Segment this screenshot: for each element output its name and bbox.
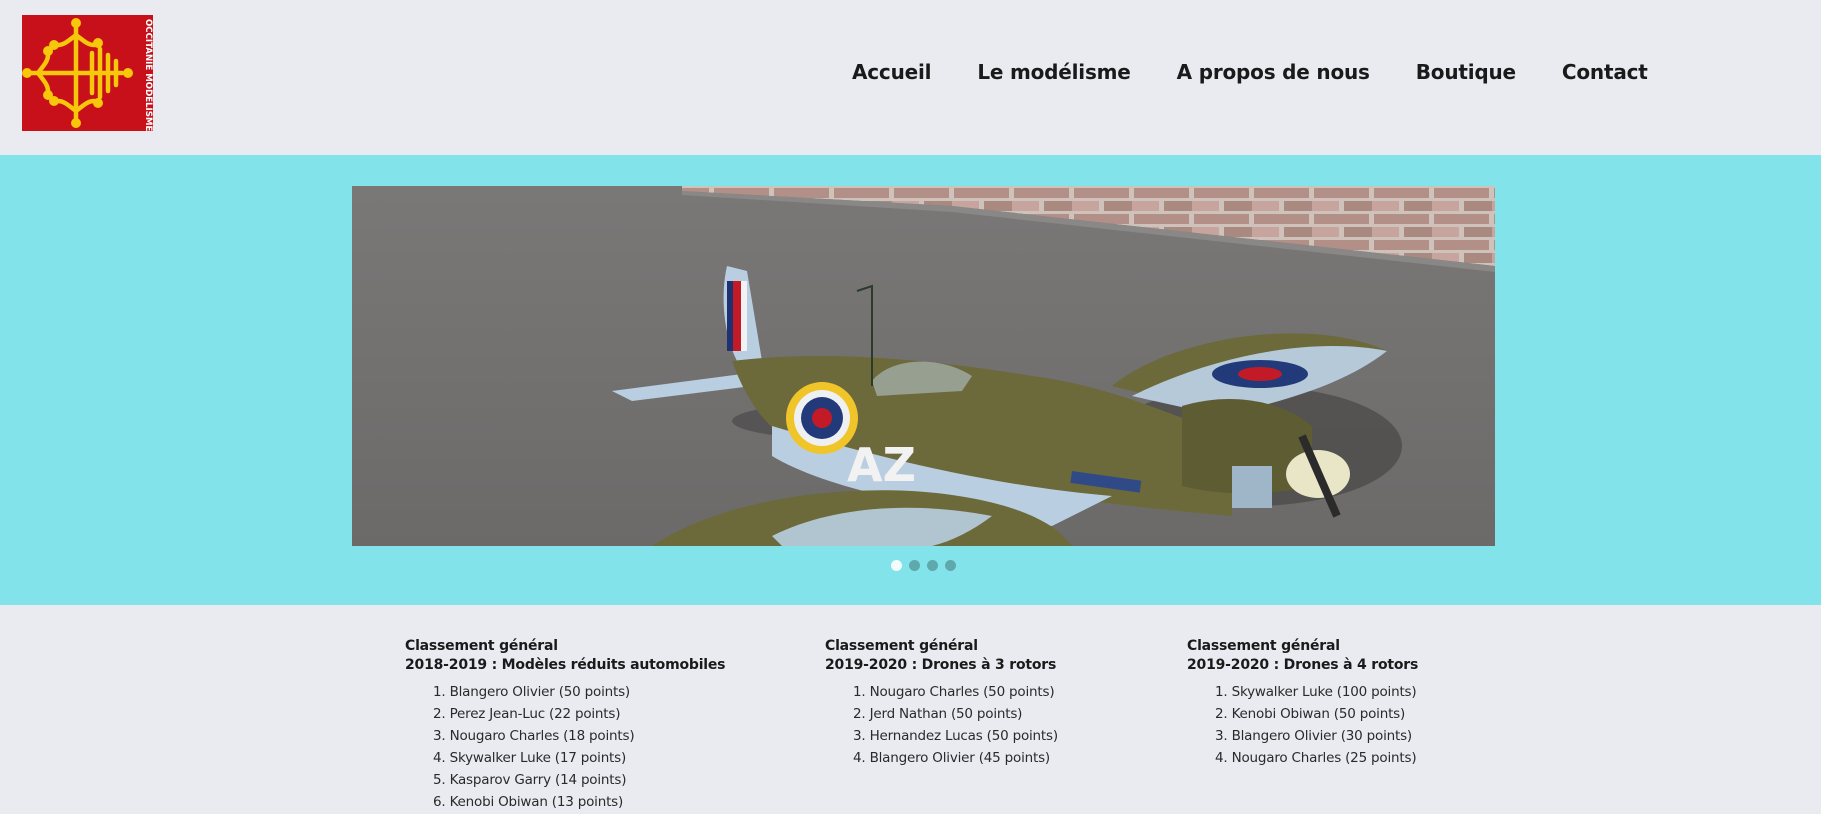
ranking-entry: 2. Jerd Nathan (50 points) (853, 706, 1023, 722)
ranking-entry: 4. Nougaro Charles (25 points) (1215, 750, 1417, 766)
ranking-list: 1. Skywalker Luke (100 points) 2. Kenobi… (1187, 681, 1418, 769)
ranking-subtitle: 2018-2019 : Modèles réduits automobiles (405, 657, 726, 673)
rankings-section: Classement général 2018-2019 : Modèles r… (0, 605, 1821, 814)
slider-dots (891, 560, 956, 571)
ranking-entry: 1. Nougaro Charles (50 points) (853, 684, 1055, 700)
nav-accueil[interactable]: Accueil (852, 60, 932, 92)
slider-dot-2[interactable] (909, 560, 920, 571)
ranking-column: Classement général 2019-2020 : Drones à … (825, 637, 1058, 769)
nav-le-modelisme[interactable]: Le modélisme (977, 60, 1131, 92)
hero-slider: AZ (0, 155, 1821, 605)
ranking-list: 1. Nougaro Charles (50 points) 2. Jerd N… (825, 681, 1058, 769)
ranking-title: Classement général (405, 638, 558, 654)
aircraft-code: AZ (847, 438, 916, 492)
ranking-entry: 1. Blangero Olivier (50 points) (433, 684, 630, 700)
ranking-column: Classement général 2018-2019 : Modèles r… (405, 637, 726, 813)
ranking-entry: 2. Perez Jean-Luc (22 points) (433, 706, 621, 722)
ranking-entry: 3. Blangero Olivier (30 points) (1215, 728, 1412, 744)
ranking-entry: 1. Skywalker Luke (100 points) (1215, 684, 1417, 700)
slider-dot-1[interactable] (891, 560, 902, 571)
ranking-entry: 3. Nougaro Charles (18 points) (433, 728, 635, 744)
slider-dot-3[interactable] (927, 560, 938, 571)
spitfire-photo: AZ (352, 186, 1495, 546)
ranking-column: Classement général 2019-2020 : Drones à … (1187, 637, 1418, 769)
nav-contact[interactable]: Contact (1562, 60, 1648, 92)
nav-a-propos[interactable]: A propos de nous (1177, 60, 1370, 92)
slide-image[interactable]: AZ (352, 186, 1495, 546)
ranking-list: 1. Blangero Olivier (50 points) 2. Perez… (405, 681, 725, 813)
ranking-title: Classement général (1187, 638, 1340, 654)
ranking-entry: 2. Kenobi Obiwan (50 points) (1215, 706, 1406, 722)
nav-boutique[interactable]: Boutique (1416, 60, 1516, 92)
ranking-title: Classement général (825, 638, 978, 654)
ranking-entry: 4. Blangero Olivier (45 points) (853, 750, 1050, 766)
ranking-entry: 5. Kasparov Garry (14 points) (433, 772, 627, 788)
ranking-entry: 6. Kenobi Obiwan (13 points) (433, 794, 624, 810)
occitan-cross-icon: OCCITANIE MODELISME (22, 15, 153, 131)
main-nav: Accueil Le modélisme A propos de nous Bo… (852, 60, 1648, 92)
site-logo[interactable]: OCCITANIE MODELISME (22, 15, 153, 131)
ranking-entry: 3. Hernandez Lucas (50 points) (853, 728, 1058, 744)
site-header: OCCITANIE MODELISME Accueil Le modélisme… (0, 0, 1821, 155)
ranking-subtitle: 2019-2020 : Drones à 4 rotors (1187, 657, 1419, 673)
slider-dot-4[interactable] (945, 560, 956, 571)
logo-text: OCCITANIE MODELISME (143, 19, 153, 131)
ranking-entry: 4. Skywalker Luke (17 points) (433, 750, 627, 766)
ranking-subtitle: 2019-2020 : Drones à 3 rotors (825, 657, 1057, 673)
